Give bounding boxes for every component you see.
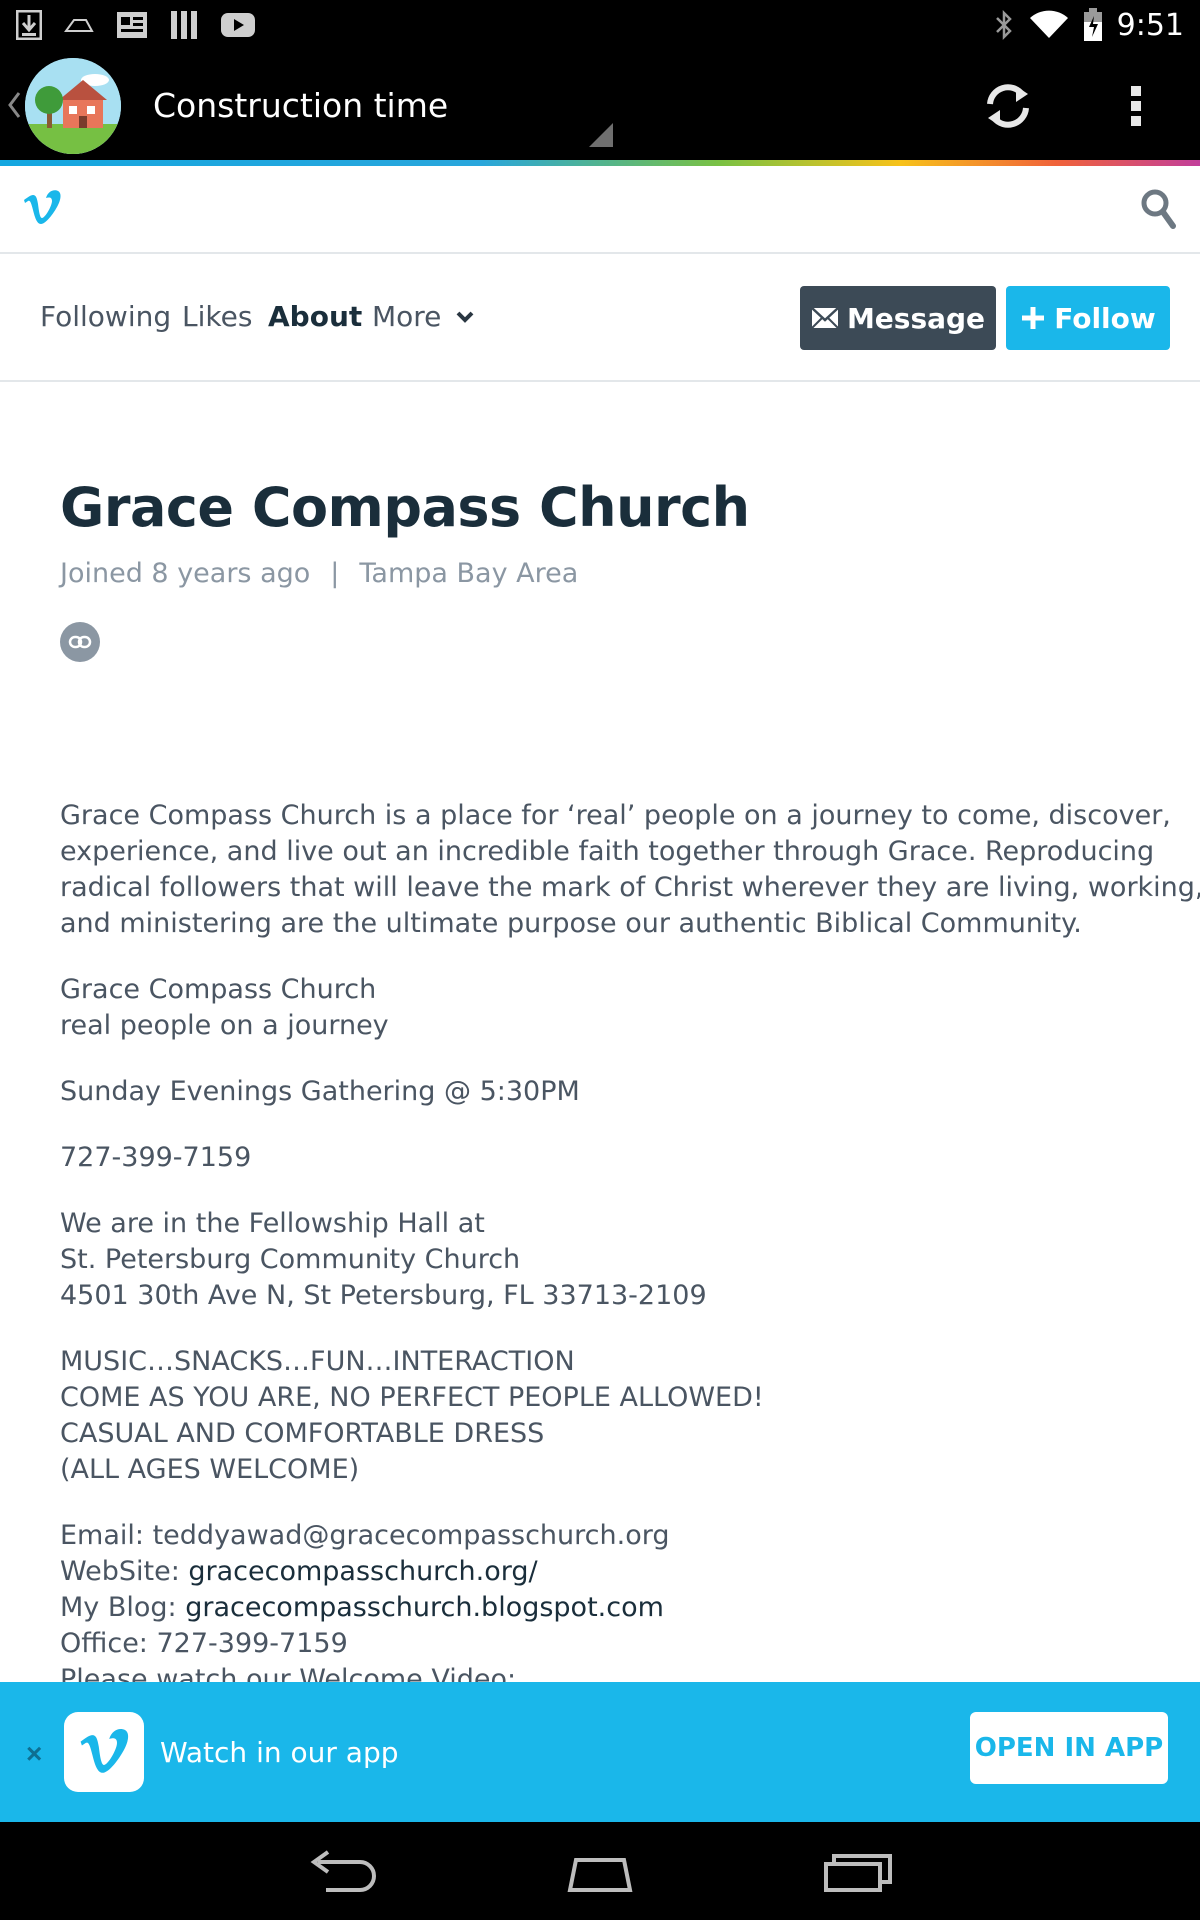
open-in-app-banner: × Watch in our app OPEN IN APP [0, 1682, 1200, 1822]
home-icon[interactable] [560, 1848, 640, 1894]
open-in-app-button[interactable]: OPEN IN APP [970, 1712, 1168, 1784]
system-nav-bar [0, 1822, 1200, 1920]
bio-viewport: Grace Compass Church is a place for ‘rea… [0, 0, 1200, 1682]
contact-email: Email: teddyawad@gracecompasschurch.org [60, 1520, 670, 1551]
vimeo-app-logo-icon [64, 1712, 144, 1792]
bio-line: 4501 30th Ave N, St Petersburg, FL 33713… [60, 1280, 707, 1311]
bio-paragraph: Sunday Evenings Gathering @ 5:30PM [60, 1074, 1120, 1110]
bio-line: experience, and live out an incredible f… [60, 836, 1155, 867]
bio-line: Sunday Evenings Gathering @ 5:30PM [60, 1076, 580, 1107]
blog-prefix: My Blog: [60, 1592, 186, 1623]
bio-line: 727-399-7159 [60, 1142, 252, 1173]
bio-line: COME AS YOU ARE, NO PERFECT PEOPLE ALLOW… [60, 1382, 764, 1413]
bio-line: MUSIC…SNACKS…FUN…INTERACTION [60, 1346, 575, 1377]
close-banner-button[interactable]: × [26, 1738, 42, 1770]
website-link[interactable]: gracecompasschurch.org/ [188, 1556, 537, 1587]
bio-line: Grace Compass Church is a place for ‘rea… [60, 800, 1171, 831]
bio-line: CASUAL AND COMFORTABLE DRESS [60, 1418, 545, 1449]
bio-line: We are in the Fellowship Hall at [60, 1208, 485, 1239]
bio-line: Grace Compass Church [60, 974, 377, 1005]
bio-line: radical followers that will leave the ma… [60, 872, 1200, 903]
back-icon[interactable] [304, 1848, 384, 1894]
contact-office: Office: 727-399-7159 [60, 1628, 348, 1659]
banner-text: Watch in our app [160, 1736, 399, 1769]
blog-link[interactable]: gracecompasschurch.blogspot.com [185, 1592, 664, 1623]
contact-website: WebSite: gracecompasschurch.org/ [60, 1554, 1120, 1590]
website-prefix: WebSite: [60, 1556, 189, 1587]
bio-paragraph: Grace Compass Church is a place for ‘rea… [60, 798, 1200, 942]
profile-bio: Grace Compass Church is a place for ‘rea… [60, 798, 1200, 1682]
bio-paragraph: 727-399-7159 [60, 1140, 1120, 1176]
contact-video: Please watch our Welcome Video: [60, 1664, 517, 1682]
bio-line: (ALL AGES WELCOME) [60, 1454, 360, 1485]
bio-line: and ministering are the ultimate purpose… [60, 908, 1082, 939]
bio-line: real people on a journey [60, 1010, 389, 1041]
contact-blog: My Blog: gracecompasschurch.blogspot.com [60, 1590, 1120, 1626]
recents-icon[interactable] [818, 1848, 898, 1894]
bio-contact: Email: teddyawad@gracecompasschurch.org … [60, 1518, 1120, 1682]
bio-paragraph: Grace Compass Church real people on a jo… [60, 972, 1120, 1044]
bio-paragraph: We are in the Fellowship Hall at St. Pet… [60, 1206, 1120, 1314]
bio-line: St. Petersburg Community Church [60, 1244, 521, 1275]
bio-paragraph: MUSIC…SNACKS…FUN…INTERACTION COME AS YOU… [60, 1344, 1120, 1488]
